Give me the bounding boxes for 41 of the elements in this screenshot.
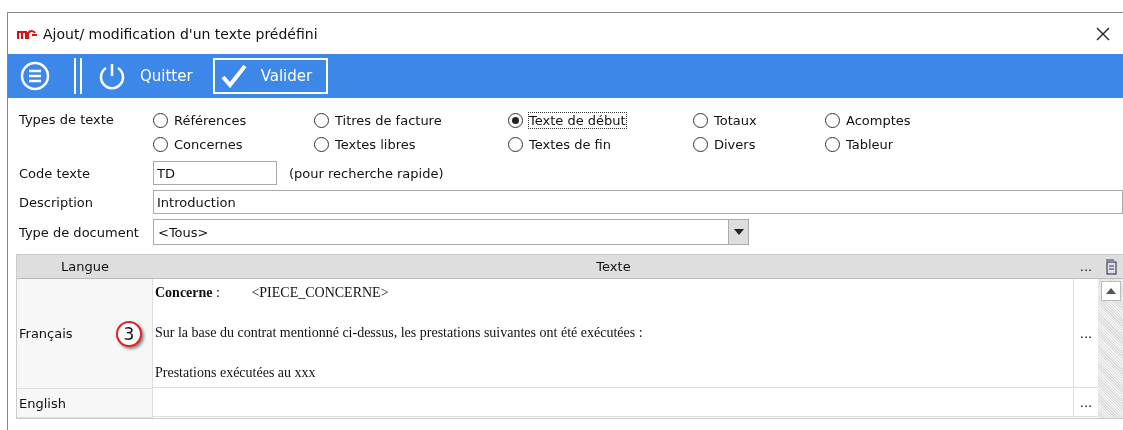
text-line: Concerne : <PIECE_CONCERNE> [155,285,390,301]
radio-option[interactable]: Titres de facture [314,108,508,132]
column-header: ... [1079,259,1093,274]
radio-option[interactable]: Totaux [693,108,825,132]
radio-option[interactable]: Textes de fin [508,132,693,156]
up-arrow-icon [1105,288,1116,294]
field-label: Types de texte [19,111,115,129]
radio-option[interactable]: Texte de début [508,108,693,132]
radio-option[interactable]: Concernes [153,132,314,156]
column-header: Langue [61,259,109,274]
scroll-up-button[interactable] [1100,281,1121,301]
hint-text: (pour recherche rapide) [289,165,444,181]
table-cell: Français [19,326,73,341]
radio-option[interactable]: Divers [693,132,825,156]
description-input[interactable]: Introduction [153,190,1123,214]
caret-icon [733,229,744,235]
text-line: Prestations exécutées au xxx [155,365,317,381]
document-type-dropdown[interactable]: <Tous> [153,219,749,245]
field-label: Type de document [19,224,140,240]
radio-option[interactable]: Tableur [825,132,955,156]
step-badge: 3 [116,320,142,347]
field-label: Code texte [19,165,92,181]
menu-icon [20,61,50,91]
close-icon [1096,26,1110,41]
field-label: Description [19,194,95,210]
power-icon [98,62,126,90]
radio-option[interactable]: Textes libres [314,132,508,156]
radio-option[interactable]: Références [153,108,314,132]
window-title: Ajout/ modification d'un texte prédéfini [43,25,319,42]
toolbar-separator [74,58,82,94]
app-logo-icon [17,27,37,40]
text-line: Sur la base du contrat mentionné ci-dessus, les prestations suivantes ont été exécutées : [155,325,644,341]
validate-button[interactable]: Valider [212,58,329,94]
column-header: Texte [596,259,631,274]
radio-option[interactable]: Acomptes [825,108,955,132]
checkmark-icon [220,64,247,88]
dropdown-button[interactable] [728,220,748,244]
table-cell: English [19,395,66,411]
quit-button[interactable]: Quitter [92,58,207,94]
code-input[interactable]: TD [153,161,277,185]
document-icon[interactable] [1104,258,1117,275]
